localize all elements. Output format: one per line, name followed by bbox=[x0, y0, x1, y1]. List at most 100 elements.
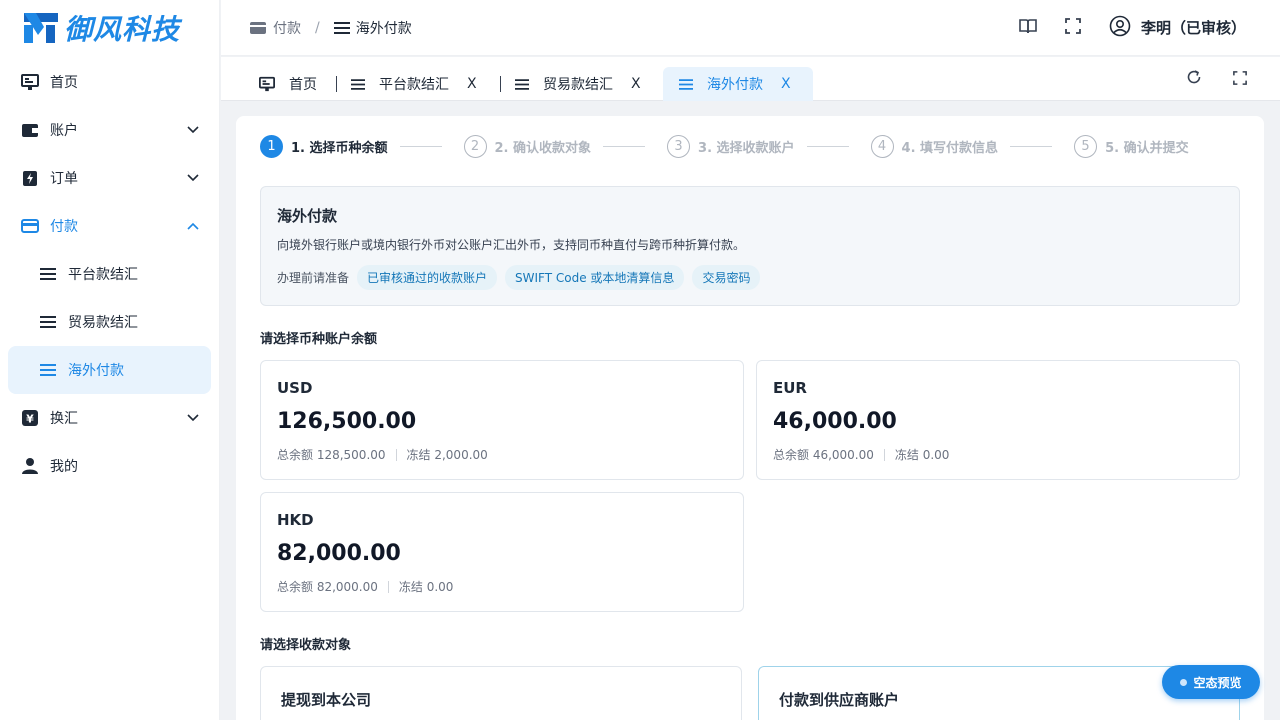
tab-overseas-payment[interactable]: 海外付款 X bbox=[663, 67, 813, 101]
tab-label: 首页 bbox=[289, 77, 317, 93]
tab-trade-settlement[interactable]: 贸易款结汇 X bbox=[505, 67, 651, 101]
account-card-usd[interactable]: USD 126,500.00 总余额 128,500.00 冻结 2,000.0… bbox=[260, 360, 744, 480]
menu-lines-icon bbox=[38, 264, 58, 284]
tab-label: 贸易款结汇 bbox=[543, 77, 613, 93]
step-label: 2. 确认收款对象 bbox=[494, 141, 592, 156]
topbar: 付款 / 海外付款 李明（已审核） bbox=[221, 0, 1280, 56]
requirement-chip: SWIFT Code 或本地清算信息 bbox=[505, 265, 685, 290]
step-5: 5 5. 确认并提交 bbox=[1074, 135, 1189, 158]
sidebar-item-label: 海外付款 bbox=[68, 363, 124, 379]
card-icon bbox=[249, 20, 267, 36]
divider bbox=[395, 448, 397, 461]
step-label: 5. 确认并提交 bbox=[1105, 141, 1189, 156]
total-balance: 总余额 46,000.00 bbox=[773, 448, 874, 462]
tab-close-button[interactable]: X bbox=[467, 76, 477, 92]
empty-state-preview-button[interactable]: 空态预览 bbox=[1162, 665, 1260, 699]
tab-label: 海外付款 bbox=[707, 77, 763, 93]
divider bbox=[883, 448, 885, 461]
sidebar-item-overseas-payment[interactable]: 海外付款 bbox=[8, 346, 211, 394]
sidebar-item-platform-settlement[interactable]: 平台款结汇 bbox=[8, 250, 211, 298]
tab-bar: 首页 平台款结汇 X 贸易款结汇 X 海外付款 X bbox=[221, 57, 1280, 101]
step-connector bbox=[603, 146, 646, 147]
logo[interactable]: 御风科技 bbox=[0, 0, 219, 56]
account-card-hkd[interactable]: HKD 82,000.00 总余额 82,000.00 冻结 0.00 bbox=[260, 492, 744, 612]
fullscreen-icon[interactable] bbox=[1233, 70, 1247, 89]
breadcrumb-parent[interactable]: 付款 bbox=[273, 18, 301, 38]
total-balance: 总余额 82,000.00 bbox=[277, 580, 378, 594]
tab-close-button[interactable]: X bbox=[781, 76, 791, 92]
step-label: 1. 选择币种余额 bbox=[291, 141, 388, 156]
prep-requirements: 办理前请准备 已审核通过的收款账户 SWIFT Code 或本地清算信息 交易密… bbox=[277, 265, 1223, 290]
step-4: 4 4. 填写付款信息 bbox=[870, 135, 999, 158]
book-icon[interactable] bbox=[1019, 18, 1037, 38]
menu-lines-icon bbox=[38, 312, 58, 332]
sidebar-item-account[interactable]: 账户 bbox=[8, 106, 211, 154]
fullscreen-icon[interactable] bbox=[1065, 17, 1081, 38]
yen-icon: ¥ bbox=[20, 408, 40, 428]
brand-name: 御风科技 bbox=[64, 13, 181, 46]
breadcrumb-separator: / bbox=[315, 19, 320, 36]
step-label: 4. 填写付款信息 bbox=[901, 141, 999, 156]
payee-label: 提现到本公司 bbox=[281, 691, 372, 709]
user-name: 李明（已审核） bbox=[1140, 19, 1246, 37]
sidebar-item-label: 我的 bbox=[50, 459, 78, 475]
info-title: 海外付款 bbox=[277, 207, 338, 225]
sidebar-item-orders[interactable]: 订单 bbox=[8, 154, 211, 202]
sidebar: 御风科技 首页 账户 订单 付款 平台款结汇 贸易款结汇 海外付款 ¥ 换汇 我… bbox=[0, 0, 220, 720]
requirement-chip: 交易密码 bbox=[692, 265, 761, 290]
top-actions: 李明（已审核） bbox=[1019, 15, 1280, 41]
currency-code: USD bbox=[277, 379, 313, 397]
sidebar-item-home[interactable]: 首页 bbox=[8, 58, 211, 106]
step-3: 3 3. 选择收款账户 bbox=[667, 135, 795, 158]
available-balance: 82,000.00 bbox=[277, 541, 401, 566]
sidebar-item-label: 付款 bbox=[50, 219, 78, 235]
currency-code: HKD bbox=[277, 511, 314, 529]
balance-section-title: 请选择币种账户余额 bbox=[260, 332, 378, 347]
user-menu[interactable]: 李明（已审核） bbox=[1109, 15, 1246, 41]
step-number: 4 bbox=[870, 135, 894, 158]
step-number: 3 bbox=[667, 135, 691, 158]
step-number: 5 bbox=[1074, 135, 1098, 158]
tab-label: 平台款结汇 bbox=[379, 77, 449, 93]
tab-close-button[interactable]: X bbox=[631, 76, 641, 92]
balance-meta: 总余额 46,000.00 冻结 0.00 bbox=[773, 446, 1223, 463]
dashboard-icon bbox=[20, 72, 40, 92]
available-balance: 46,000.00 bbox=[773, 409, 897, 434]
step-connector bbox=[806, 146, 849, 147]
menu-lines-icon bbox=[515, 78, 529, 90]
chevron-down-icon bbox=[187, 410, 199, 426]
sidebar-item-payment[interactable]: 付款 bbox=[8, 202, 211, 250]
step-number: 1 bbox=[260, 135, 283, 158]
tab-platform-settlement[interactable]: 平台款结汇 X bbox=[341, 67, 487, 101]
sidebar-item-label: 订单 bbox=[50, 171, 78, 187]
step-connector bbox=[1010, 146, 1053, 147]
menu-lines-icon bbox=[38, 360, 58, 380]
frozen-balance: 冻结 0.00 bbox=[398, 580, 454, 594]
prep-label: 办理前请准备 bbox=[277, 271, 350, 285]
sidebar-item-trade-settlement[interactable]: 贸易款结汇 bbox=[8, 298, 211, 346]
preview-button-label: 空态预览 bbox=[1193, 675, 1242, 690]
menu-lines-icon bbox=[333, 21, 350, 34]
sidebar-item-label: 换汇 bbox=[50, 411, 78, 427]
breadcrumb: 付款 / 海外付款 bbox=[249, 18, 412, 38]
chevron-down-icon bbox=[187, 122, 199, 138]
order-icon bbox=[20, 168, 40, 188]
payee-option-own-company[interactable]: 提现到本公司 bbox=[260, 666, 742, 720]
requirement-chip: 已审核通过的收款账户 bbox=[357, 265, 498, 290]
sidebar-item-label: 账户 bbox=[50, 123, 78, 139]
step-label: 3. 选择收款账户 bbox=[698, 141, 795, 156]
frozen-balance: 冻结 2,000.00 bbox=[406, 448, 488, 462]
chevron-up-icon bbox=[187, 218, 199, 234]
info-description: 向境外银行账户或境内银行外币对公账户汇出外币，支持同币种直付与跨币种折算付款。 bbox=[277, 238, 746, 252]
sidebar-item-label: 首页 bbox=[50, 75, 78, 91]
payee-label: 付款到供应商账户 bbox=[779, 691, 900, 709]
card-icon bbox=[20, 216, 40, 236]
sidebar-item-exchange[interactable]: ¥ 换汇 bbox=[8, 394, 211, 442]
tab-home[interactable]: 首页 bbox=[249, 67, 327, 101]
sidebar-item-mine[interactable]: 我的 bbox=[8, 442, 211, 490]
account-card-eur[interactable]: EUR 46,000.00 总余额 46,000.00 冻结 0.00 bbox=[756, 360, 1240, 480]
refresh-icon[interactable] bbox=[1186, 69, 1202, 89]
sidebar-item-label: 贸易款结汇 bbox=[68, 315, 138, 331]
tab-divider bbox=[336, 76, 337, 92]
wallet-icon bbox=[20, 120, 40, 140]
